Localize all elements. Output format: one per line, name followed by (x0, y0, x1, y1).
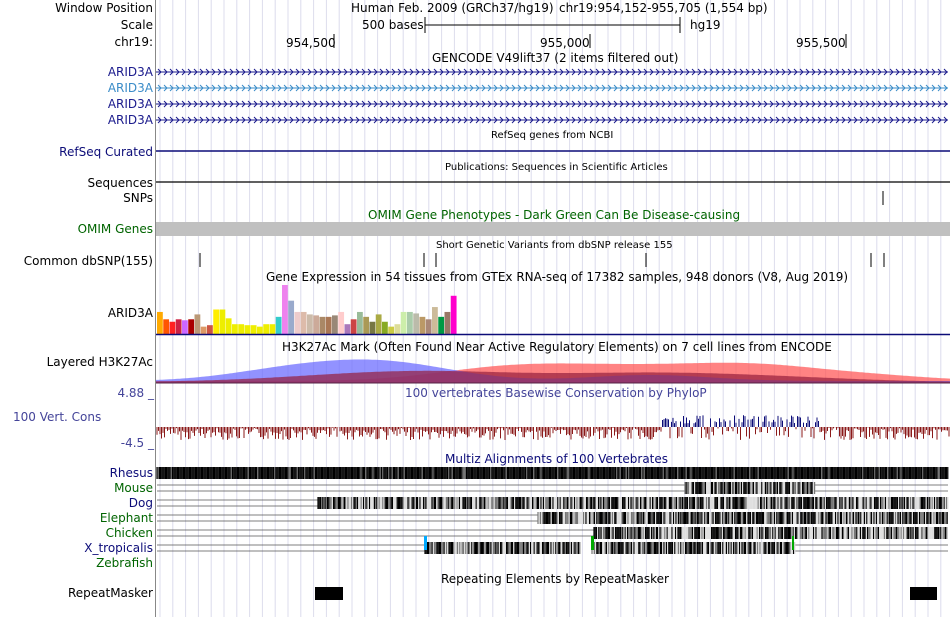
repeat-element[interactable] (910, 587, 937, 600)
genome-browser-image: Window Position Scale chr19: Human Feb. … (0, 0, 950, 617)
repeatmasker-track[interactable] (0, 0, 950, 617)
repeat-element[interactable] (315, 587, 343, 600)
